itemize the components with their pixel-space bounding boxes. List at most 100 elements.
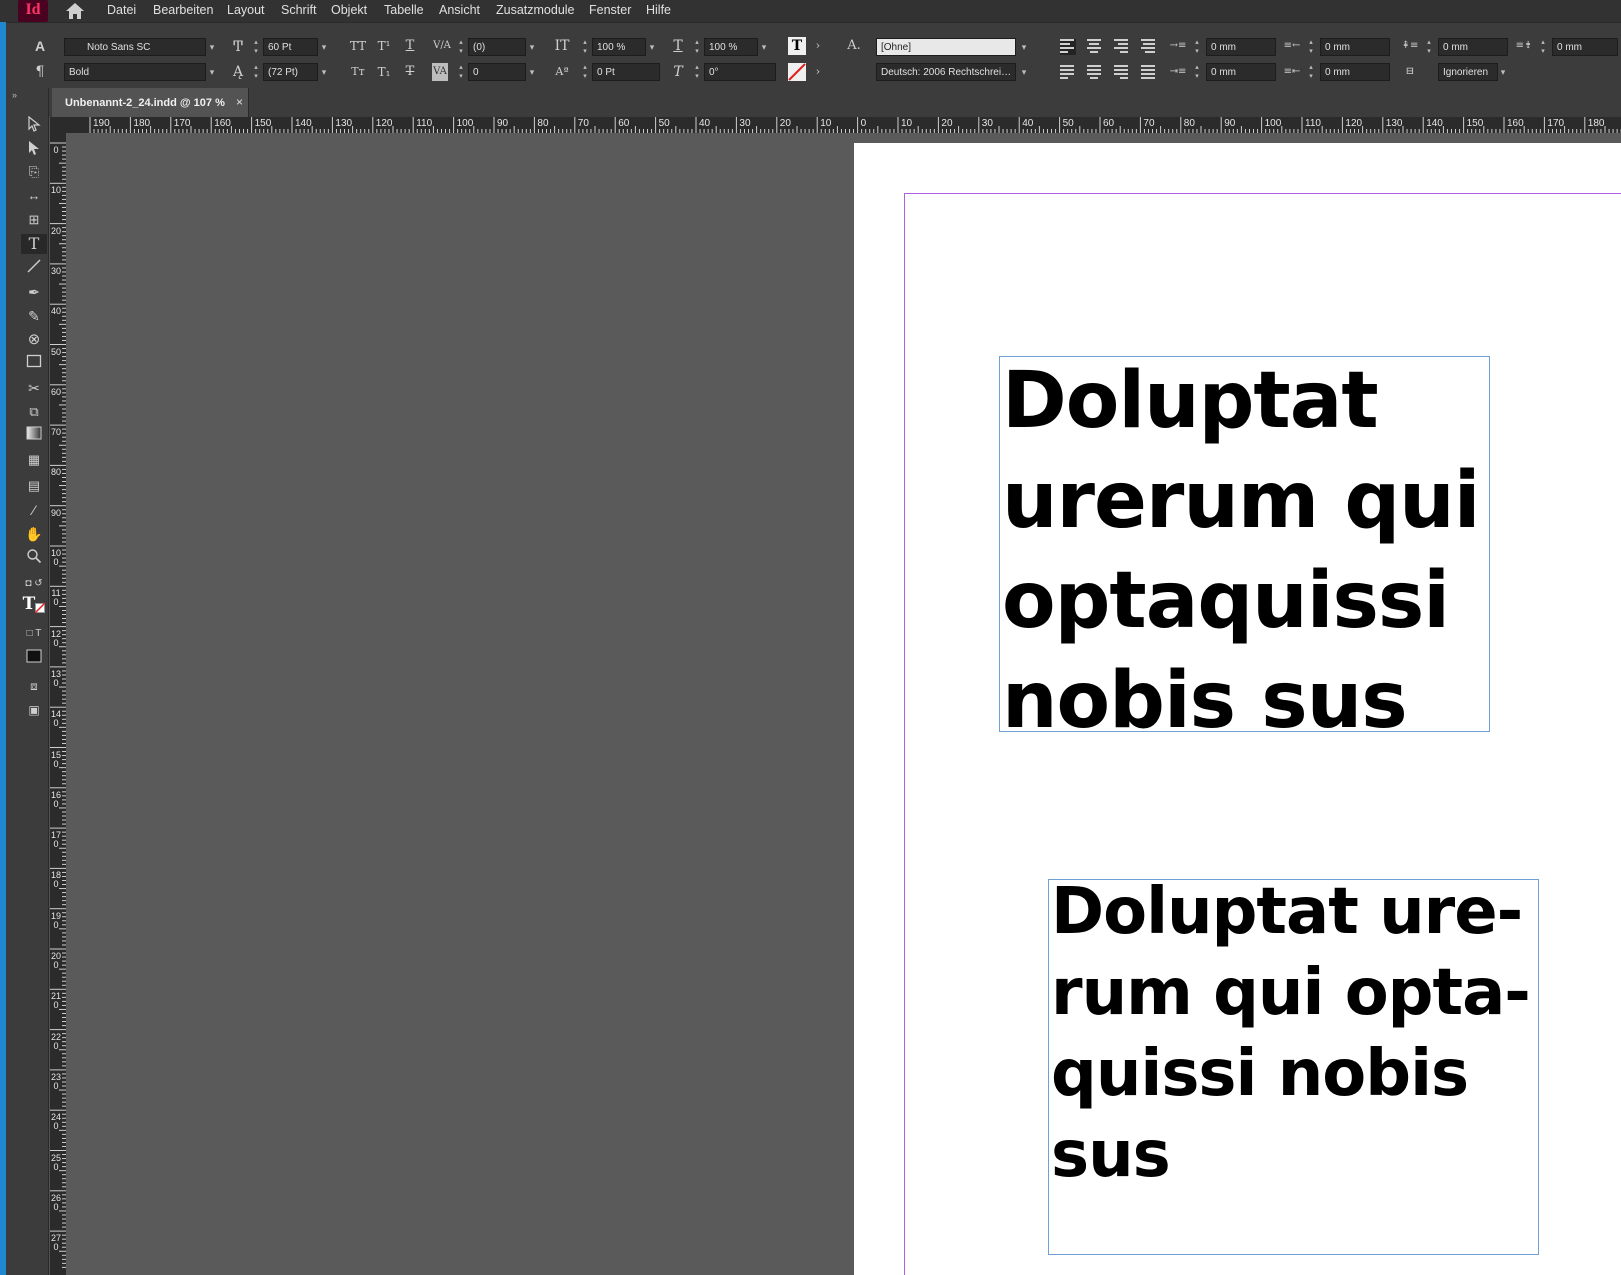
formatting-affects-icon[interactable]: □ T bbox=[21, 624, 47, 644]
vertical-scale-dropdown-icon[interactable]: ▾ bbox=[646, 38, 658, 56]
grid-align-dropdown-icon[interactable]: ▾ bbox=[1497, 63, 1509, 81]
text-stroke-icon[interactable] bbox=[788, 63, 806, 81]
line-tool-icon[interactable] bbox=[21, 258, 47, 278]
justify-right-icon[interactable] bbox=[1114, 65, 1130, 81]
hand-tool-icon[interactable]: ✋ bbox=[21, 524, 47, 544]
leading-dropdown-icon[interactable]: ▾ bbox=[318, 63, 330, 81]
kerning-field[interactable]: (0) bbox=[468, 38, 526, 56]
justify-left-icon[interactable] bbox=[1060, 65, 1076, 81]
content-collector-icon[interactable]: ⊞ bbox=[21, 210, 47, 230]
pencil-tool-icon[interactable]: ✎ bbox=[21, 306, 47, 326]
close-icon[interactable]: × bbox=[236, 95, 243, 109]
superscript-icon[interactable]: T¹ bbox=[374, 37, 394, 55]
small-caps-icon[interactable]: Tт bbox=[348, 63, 368, 81]
horizontal-scale-dropdown-icon[interactable]: ▾ bbox=[758, 38, 770, 56]
gap-tool-icon[interactable]: ↔ bbox=[21, 186, 47, 206]
note-tool-icon[interactable]: ▤ bbox=[21, 476, 47, 496]
gradient-feather-tool-icon[interactable]: ▦ bbox=[21, 450, 47, 470]
horizontal-ruler[interactable]: 190 180 170 160 150 140 130 120 110 100 90 80 70 60 50… bbox=[50, 117, 1621, 133]
gradient-tool-icon[interactable] bbox=[21, 426, 47, 446]
character-mode-icon[interactable]: A bbox=[30, 37, 50, 55]
default-fill-stroke-icon[interactable]: ◘ ↺ bbox=[21, 574, 47, 594]
font-size-spin-icon[interactable]: ▴ ▾ bbox=[251, 38, 261, 56]
left-indent-spin-icon[interactable]: ▴ ▾ bbox=[1192, 38, 1202, 56]
home-icon[interactable] bbox=[65, 2, 85, 20]
skew-spin-icon[interactable]: ▴ ▾ bbox=[692, 63, 702, 81]
justify-all-icon[interactable] bbox=[1141, 65, 1157, 81]
right-indent-spin-icon[interactable]: ▴ ▾ bbox=[1306, 38, 1316, 56]
text-fill-icon[interactable]: T bbox=[788, 37, 806, 55]
space-before-spin-icon[interactable]: ▴ ▾ bbox=[1424, 38, 1434, 56]
last-line-indent-spin-icon[interactable]: ▴ ▾ bbox=[1306, 63, 1316, 81]
chevron-right-icon[interactable]: › bbox=[808, 63, 828, 81]
collapse-panel-icon[interactable]: » bbox=[12, 90, 17, 100]
fill-stroke-swatch-icon[interactable]: T bbox=[21, 594, 47, 620]
character-style-dropdown-icon[interactable]: ▾ bbox=[1018, 38, 1030, 56]
first-line-indent-field[interactable]: 0 mm bbox=[1206, 63, 1276, 81]
font-style-dropdown-icon[interactable]: ▾ bbox=[206, 63, 218, 81]
space-after-spin-icon[interactable]: ▴ ▾ bbox=[1538, 38, 1548, 56]
font-family-dropdown-icon[interactable]: ▾ bbox=[206, 38, 218, 56]
last-line-indent-field[interactable]: 0 mm bbox=[1320, 63, 1390, 81]
pen-tool-icon[interactable]: ✒ bbox=[21, 282, 47, 302]
kerning-dropdown-icon[interactable]: ▾ bbox=[526, 38, 538, 56]
menu-ansicht[interactable]: Ansicht bbox=[439, 3, 480, 17]
free-transform-tool-icon[interactable]: ⧉ bbox=[21, 402, 47, 422]
document-tab[interactable]: Unbenannt-2_24.indd @ 107 % × bbox=[52, 88, 249, 117]
selection-tool-icon[interactable] bbox=[21, 115, 47, 136]
grid-align-field[interactable]: Ignorieren bbox=[1438, 63, 1498, 81]
vertical-ruler[interactable]: 0 10 20 30 40 50 60 70 80 90 100 110 120 130 140 150 160… bbox=[50, 133, 66, 1275]
all-caps-icon[interactable]: TT bbox=[348, 37, 368, 55]
menu-fenster[interactable]: Fenster bbox=[589, 3, 631, 17]
space-before-field[interactable]: 0 mm bbox=[1438, 38, 1508, 56]
menu-hilfe[interactable]: Hilfe bbox=[646, 3, 671, 17]
skew-field[interactable]: 0° bbox=[704, 63, 776, 81]
align-towards-spine-icon[interactable] bbox=[1141, 39, 1157, 55]
underline-icon[interactable]: T bbox=[400, 37, 420, 55]
menu-datei[interactable]: Datei bbox=[107, 3, 136, 17]
language-dropdown-icon[interactable]: ▾ bbox=[1018, 63, 1030, 81]
font-size-dropdown-icon[interactable]: ▾ bbox=[318, 38, 330, 56]
tracking-dropdown-icon[interactable]: ▾ bbox=[526, 63, 538, 81]
zoom-tool-icon[interactable] bbox=[21, 548, 47, 568]
kerning-spin-icon[interactable]: ▴ ▾ bbox=[456, 38, 466, 56]
leading-spin-icon[interactable]: ▴ ▾ bbox=[251, 63, 261, 81]
tracking-field[interactable]: 0 bbox=[468, 63, 526, 81]
space-after-field[interactable]: 0 mm bbox=[1552, 38, 1618, 56]
menu-layout[interactable]: Layout bbox=[227, 3, 265, 17]
font-size-field[interactable]: 60 Pt bbox=[263, 38, 318, 56]
leading-field[interactable]: (72 Pt) bbox=[263, 63, 318, 81]
text-frame-2[interactable]: Doluptat ure- rum qui opta- quissi nobis… bbox=[1048, 879, 1539, 1255]
horizontal-scale-field[interactable]: 100 % bbox=[704, 38, 758, 56]
font-family-field[interactable]: Noto Sans SC bbox=[64, 38, 206, 56]
tracking-spin-icon[interactable]: ▴ ▾ bbox=[456, 63, 466, 81]
vertical-scale-field[interactable]: 100 % bbox=[592, 38, 646, 56]
menu-tabelle[interactable]: Tabelle bbox=[384, 3, 424, 17]
paragraph-mode-icon[interactable]: ¶ bbox=[30, 63, 50, 81]
align-right-icon[interactable] bbox=[1114, 39, 1130, 55]
direct-selection-tool-icon[interactable] bbox=[21, 140, 47, 160]
horizontal-scale-spin-icon[interactable]: ▴ ▾ bbox=[692, 38, 702, 56]
view-mode-icon[interactable]: ⧈ bbox=[21, 676, 47, 696]
right-indent-field[interactable]: 0 mm bbox=[1320, 38, 1390, 56]
apply-color-icon[interactable] bbox=[21, 648, 47, 668]
screen-mode-icon[interactable]: ▣ bbox=[21, 700, 47, 720]
menu-bearbeiten[interactable]: Bearbeiten bbox=[153, 3, 213, 17]
character-style-field[interactable]: [Ohne] bbox=[876, 38, 1016, 56]
menu-zusatzmodule[interactable]: Zusatzmodule bbox=[496, 3, 575, 17]
chevron-right-icon[interactable]: › bbox=[808, 37, 828, 55]
justify-center-icon[interactable] bbox=[1087, 65, 1103, 81]
font-style-field[interactable]: Bold bbox=[64, 63, 206, 81]
type-tool-icon[interactable]: T bbox=[21, 234, 47, 254]
align-left-icon[interactable] bbox=[1060, 39, 1076, 55]
text-frame-1[interactable]: Doluptat urerum qui optaquissi nobis sus bbox=[999, 356, 1490, 732]
language-field[interactable]: Deutsch: 2006 Rechtschrei… bbox=[876, 63, 1016, 81]
baseline-shift-field[interactable]: 0 Pt bbox=[592, 63, 660, 81]
menu-schrift[interactable]: Schrift bbox=[281, 3, 316, 17]
eyedropper-tool-icon[interactable]: ⁄ bbox=[21, 500, 47, 520]
baseline-shift-spin-icon[interactable]: ▴ ▾ bbox=[580, 63, 590, 81]
strikethrough-icon[interactable]: T bbox=[400, 63, 420, 81]
scissors-tool-icon[interactable]: ✂ bbox=[21, 378, 47, 398]
ellipse-frame-tool-icon[interactable]: ⊗ bbox=[21, 330, 47, 350]
first-line-indent-spin-icon[interactable]: ▴ ▾ bbox=[1192, 63, 1202, 81]
